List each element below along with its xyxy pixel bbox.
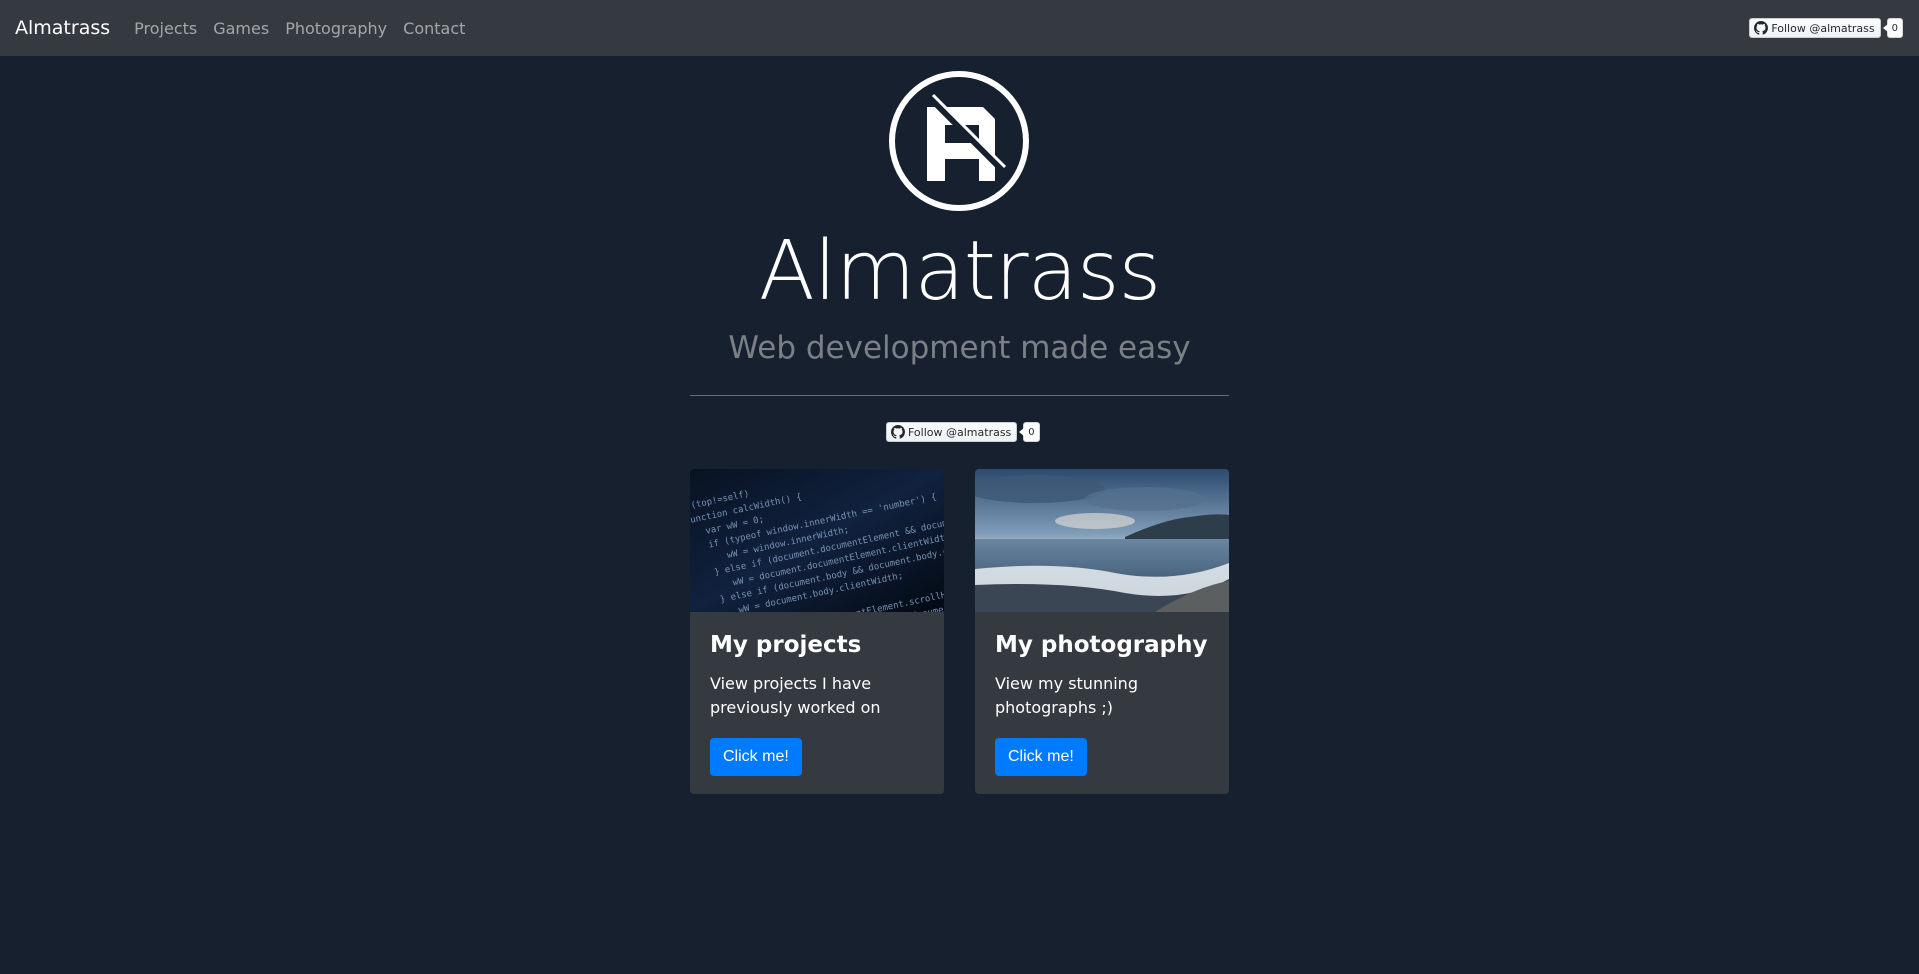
beach-photo-image [975,469,1229,612]
nav-link-photography[interactable]: Photography [285,19,387,38]
nav-link-games[interactable]: Games [213,19,269,38]
photography-card-title: My photography [995,632,1208,658]
photography-card-body: My photography View my stunning photogra… [975,612,1229,794]
projects-click-button[interactable]: Click me! [710,738,802,776]
hero-divider [690,395,1229,396]
photography-card: My photography View my stunning photogra… [975,469,1229,794]
brand-link[interactable]: Almatrass [15,17,110,39]
almatrass-logo [889,71,1029,211]
github-follow-label: Follow @almatrass [1771,21,1875,35]
nav-link-projects[interactable]: Projects [134,19,197,38]
github-icon [1754,21,1769,35]
hero-github-follow-button[interactable]: Follow @almatrass [886,422,1018,442]
github-icon [891,425,905,439]
photography-click-button[interactable]: Click me! [995,738,1087,776]
projects-card-title: My projects [710,632,862,658]
projects-card: if(top!=self) function calcWidth() { var… [690,469,944,794]
hero-github-follow-count[interactable]: 0 [1019,422,1040,442]
navbar: Almatrass Projects Games Photography Con… [0,0,1919,56]
site-subtitle: Web development made easy [728,330,1191,366]
navbar-github-follow: Follow @almatrass 0 [1749,18,1903,38]
nav-link-contact[interactable]: Contact [403,19,465,38]
github-follow-button[interactable]: Follow @almatrass [1749,18,1881,38]
code-screenshot-image: if(top!=self) function calcWidth() { var… [690,469,944,612]
projects-card-body: My projects View projects I have previou… [690,612,944,794]
hero-github-follow-label: Follow @almatrass [908,425,1012,439]
github-follow-widget: Follow @almatrass 0 [1749,18,1903,38]
site-title: Almatrass [758,224,1162,319]
github-follow-count[interactable]: 0 [1882,18,1903,38]
projects-card-text: View projects I have previously worked o… [710,674,881,717]
hero-github-follow-widget: Follow @almatrass 0 [886,422,1040,442]
photography-card-text: View my stunning photographs ;) [995,674,1138,717]
